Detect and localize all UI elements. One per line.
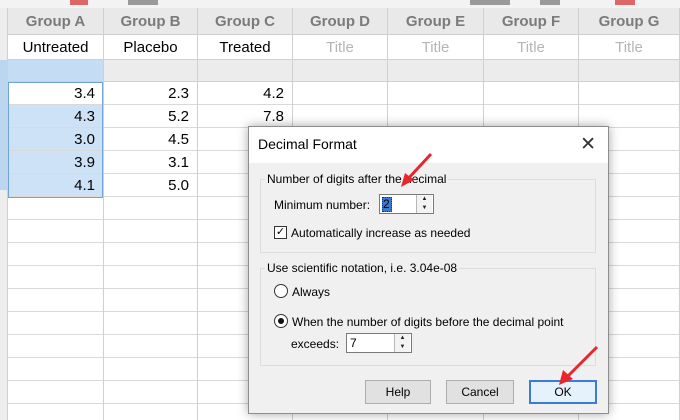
always-label[interactable]: Always <box>292 285 330 299</box>
table-cell[interactable]: 3.0 <box>8 128 103 151</box>
table-cell[interactable] <box>8 381 103 404</box>
column-title[interactable]: Untreated <box>8 35 103 60</box>
table-cell[interactable]: 3.4 <box>8 82 103 105</box>
column-subheader[interactable] <box>293 60 387 82</box>
toolbar-icon[interactable] <box>128 0 158 5</box>
scientific-notation-legend: Use scientific notation, i.e. 3.04e-08 <box>267 261 458 275</box>
table-cell[interactable] <box>104 220 197 243</box>
digits-group-legend: Number of digits after the decimal <box>267 172 447 186</box>
table-cell[interactable]: 4.2 <box>198 82 292 105</box>
chevron-down-icon[interactable]: ▼ <box>395 343 410 352</box>
table-cell[interactable]: 7.8 <box>198 105 292 128</box>
table-cell[interactable]: 3.1 <box>104 151 197 174</box>
check-icon: ✓ <box>275 226 286 238</box>
table-cell[interactable] <box>8 197 103 220</box>
column-subheader[interactable] <box>579 60 679 82</box>
table-cell[interactable] <box>8 266 103 289</box>
column-subheader[interactable] <box>484 60 578 82</box>
table-cell[interactable]: 5.2 <box>104 105 197 128</box>
table-cell[interactable] <box>104 335 197 358</box>
when-exceeds-label[interactable]: When the number of digits before the dec… <box>292 315 564 329</box>
table-cell[interactable]: 4.1 <box>8 174 103 197</box>
column-header[interactable]: Group E <box>388 8 483 35</box>
column-subheader[interactable] <box>8 60 103 82</box>
column-subheader[interactable] <box>198 60 292 82</box>
toolbar-icon[interactable] <box>70 0 88 5</box>
exceeds-spin-buttons: ▲ ▼ <box>394 334 411 352</box>
column-b: Group B Placebo 2.3 5.2 4.5 3.1 5.0 <box>104 8 198 420</box>
toolbar-icon[interactable] <box>470 0 510 5</box>
table-cell[interactable] <box>104 266 197 289</box>
column-subheader[interactable] <box>388 60 483 82</box>
column-header[interactable]: Group B <box>104 8 197 35</box>
row-selector-highlight <box>0 60 8 190</box>
table-cell[interactable] <box>104 312 197 335</box>
column-a: Group A Untreated 3.4 4.3 3.0 3.9 4.1 <box>8 8 104 420</box>
dialog-title: Decimal Format <box>258 136 357 152</box>
ok-button[interactable]: OK <box>529 380 597 404</box>
auto-increase-checkbox[interactable]: ✓ <box>274 226 287 239</box>
column-header[interactable]: Group D <box>293 8 387 35</box>
always-radio[interactable] <box>274 284 288 298</box>
when-exceeds-radio[interactable] <box>274 314 288 328</box>
table-cell[interactable] <box>104 197 197 220</box>
column-title[interactable]: Title <box>388 35 483 60</box>
min-number-value[interactable]: 2 <box>383 197 390 211</box>
table-cell[interactable] <box>388 82 483 105</box>
column-header[interactable]: Group A <box>8 8 103 35</box>
table-cell[interactable] <box>388 105 483 128</box>
column-subheader[interactable] <box>104 60 197 82</box>
close-icon[interactable]: ✕ <box>580 133 596 156</box>
min-number-label: Minimum number: <box>274 198 371 212</box>
toolbar-icon[interactable] <box>540 0 560 5</box>
table-cell[interactable]: 3.9 <box>8 151 103 174</box>
table-cell[interactable] <box>293 82 387 105</box>
column-header[interactable]: Group F <box>484 8 578 35</box>
column-title[interactable]: Title <box>579 35 679 60</box>
table-cell[interactable] <box>8 289 103 312</box>
table-cell[interactable]: 5.0 <box>104 174 197 197</box>
table-cell[interactable] <box>8 335 103 358</box>
table-cell[interactable]: 4.3 <box>8 105 103 128</box>
exceeds-value[interactable]: 7 <box>350 336 357 350</box>
cancel-button[interactable]: Cancel <box>446 380 514 404</box>
table-cell[interactable] <box>579 82 679 105</box>
auto-increase-label[interactable]: Automatically increase as needed <box>291 226 470 240</box>
column-title[interactable]: Placebo <box>104 35 197 60</box>
table-cell[interactable] <box>104 289 197 312</box>
table-cell[interactable] <box>104 358 197 381</box>
exceeds-label: exceeds: <box>291 337 340 351</box>
table-cell[interactable] <box>579 105 679 128</box>
column-header[interactable]: Group G <box>579 8 679 35</box>
min-number-spin-buttons: ▲ ▼ <box>416 195 433 213</box>
table-cell[interactable] <box>293 105 387 128</box>
table-cell[interactable] <box>8 220 103 243</box>
exceeds-stepper[interactable]: 7 ▲ ▼ <box>346 333 412 353</box>
table-cell[interactable] <box>104 381 197 404</box>
chevron-down-icon[interactable]: ▼ <box>417 204 432 213</box>
help-button[interactable]: Help <box>365 380 431 404</box>
table-cell[interactable] <box>484 82 578 105</box>
table-cell[interactable] <box>8 312 103 335</box>
table-cell[interactable] <box>104 243 197 266</box>
decimal-format-dialog: Decimal Format ✕ Number of digits after … <box>248 126 609 414</box>
column-title[interactable]: Treated <box>198 35 292 60</box>
min-number-stepper[interactable]: 2 ▲ ▼ <box>379 194 434 214</box>
table-cell[interactable] <box>8 243 103 266</box>
column-title[interactable]: Title <box>484 35 578 60</box>
table-cell[interactable] <box>484 105 578 128</box>
table-cell[interactable]: 4.5 <box>104 128 197 151</box>
radio-selected-dot <box>278 318 284 324</box>
dialog-titlebar: Decimal Format ✕ <box>249 127 608 163</box>
column-header[interactable]: Group C <box>198 8 292 35</box>
table-cell[interactable]: 2.3 <box>104 82 197 105</box>
table-cell[interactable] <box>8 358 103 381</box>
column-title[interactable]: Title <box>293 35 387 60</box>
toolbar-icon[interactable] <box>615 0 635 5</box>
